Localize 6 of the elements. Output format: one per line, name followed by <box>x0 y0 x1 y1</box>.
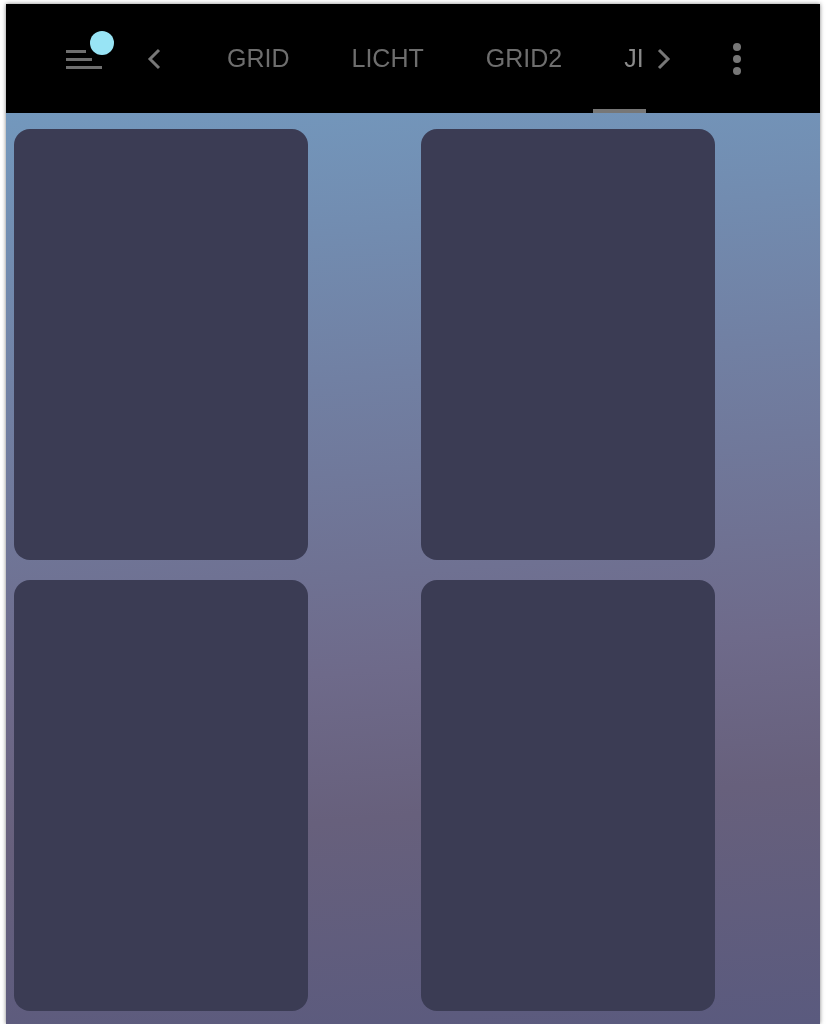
tab[interactable]: LICHT <box>320 8 455 113</box>
chevron-right-icon[interactable] <box>656 46 672 71</box>
tab[interactable]: GRID2 <box>454 8 594 113</box>
more-options-icon[interactable] <box>732 41 742 76</box>
chevron-left-icon[interactable] <box>146 46 162 71</box>
tab[interactable]: GRID <box>196 8 321 113</box>
